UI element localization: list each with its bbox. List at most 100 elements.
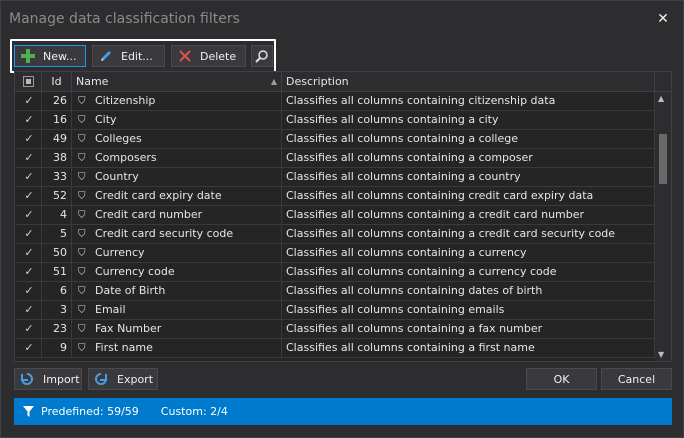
row-name-cell: ⛉ Fax Number: [72, 320, 282, 338]
row-name-cell: ⛉ Credit card expiry date: [72, 187, 282, 205]
check-icon[interactable]: ✓: [23, 190, 35, 202]
header-name[interactable]: Name ▲: [72, 72, 282, 92]
row-checkbox-cell[interactable]: ✓: [15, 92, 42, 110]
row-checkbox-cell[interactable]: ✓: [15, 130, 42, 148]
check-icon[interactable]: ✓: [23, 266, 35, 278]
ok-button[interactable]: OK: [526, 368, 597, 390]
filter-tag-icon: ⛉: [78, 191, 86, 202]
table-row[interactable]: ✓ 3 ⛉ Email Classifies all columns contai…: [15, 301, 655, 320]
export-button-label: Export: [117, 372, 154, 386]
predefined-count: Predefined: 59/59: [41, 405, 139, 418]
row-name-cell: ⛉ Date of Birth: [72, 282, 282, 300]
header-name-label: Name: [76, 75, 109, 88]
check-icon[interactable]: ✓: [23, 133, 35, 145]
close-button[interactable]: ✕: [653, 9, 673, 29]
search-button[interactable]: [251, 45, 273, 67]
row-name: Country: [95, 170, 139, 183]
scroll-up-icon[interactable]: ▲: [658, 94, 664, 103]
check-icon[interactable]: ✓: [23, 247, 35, 259]
check-icon[interactable]: ✓: [23, 342, 35, 354]
table-row[interactable]: ✓ 5 ⛉ Credit card security code Classifie…: [15, 225, 655, 244]
sort-ascending-icon: ▲: [270, 77, 277, 86]
table-row[interactable]: ✓ 23 ⛉ Fax Number Classifies all columns …: [15, 320, 655, 339]
edit-button-label: Edit...: [121, 49, 153, 63]
table-row[interactable]: ✓ 51 ⛉ Currency code Classifies all colum…: [15, 263, 655, 282]
row-name-cell: ⛉ Credit card number: [72, 206, 282, 224]
row-name: First name: [95, 341, 153, 354]
row-name-cell: ⛉ Citizenship: [72, 92, 282, 110]
table-row[interactable]: ✓ 6 ⛉ Date of Birth Classifies all column…: [15, 282, 655, 301]
row-checkbox-cell[interactable]: ✓: [15, 149, 42, 167]
row-id: 49: [42, 130, 72, 148]
scrollbar-thumb[interactable]: [659, 134, 667, 184]
row-id: 16: [42, 111, 72, 129]
row-checkbox-cell[interactable]: ✓: [15, 301, 42, 319]
row-name: Credit card number: [95, 208, 203, 221]
table-row[interactable]: ✓ 52 ⛉ Credit card expiry date Classifies…: [15, 187, 655, 206]
check-icon[interactable]: ✓: [23, 228, 35, 240]
delete-x-icon: [179, 50, 191, 62]
import-button[interactable]: Import: [14, 368, 82, 390]
row-checkbox-cell[interactable]: ✓: [15, 206, 42, 224]
check-icon[interactable]: ✓: [23, 95, 35, 107]
vertical-scrollbar[interactable]: ▲ ▼: [655, 92, 671, 361]
row-id: 51: [42, 263, 72, 281]
check-icon[interactable]: ✓: [23, 304, 35, 316]
table-row[interactable]: ✓ 4 ⛉ Credit card number Classifies all c…: [15, 206, 655, 225]
edit-button[interactable]: Edit...: [92, 45, 165, 67]
table-row[interactable]: ✓ 33 ⛉ Country Classifies all columns con…: [15, 168, 655, 187]
row-checkbox-cell[interactable]: ✓: [15, 187, 42, 205]
row-name-cell: ⛉ Credit card security code: [72, 225, 282, 243]
row-name: Colleges: [95, 132, 142, 145]
row-name-cell: ⛉ Colleges: [72, 130, 282, 148]
filter-tag-icon: ⛉: [78, 210, 86, 221]
check-icon[interactable]: ✓: [23, 152, 35, 164]
row-checkbox-cell[interactable]: ✓: [15, 111, 42, 129]
table-row[interactable]: ✓ 38 ⛉ Composers Classifies all columns c…: [15, 149, 655, 168]
export-button[interactable]: Export: [88, 368, 158, 390]
import-icon: [21, 373, 33, 385]
check-icon[interactable]: ✓: [23, 285, 35, 297]
row-id: 4: [42, 206, 72, 224]
row-description: Classifies all columns containing emails: [282, 301, 655, 319]
check-icon[interactable]: ✓: [23, 114, 35, 126]
delete-button[interactable]: Delete: [171, 45, 246, 67]
table-row[interactable]: ✓ 50 ⛉ Currency Classifies all columns co…: [15, 244, 655, 263]
row-description: Classifies all columns containing a cred…: [282, 206, 655, 224]
row-description: Classifies all columns containing a curr…: [282, 244, 655, 262]
row-checkbox-cell[interactable]: ✓: [15, 225, 42, 243]
table-row[interactable]: ✓ 26 ⛉ Citizenship Classifies all columns…: [15, 92, 655, 111]
row-description: Classifies all columns containing a comp…: [282, 149, 655, 167]
filter-tag-icon: ⛉: [78, 115, 86, 126]
header-select-all[interactable]: [15, 72, 42, 92]
row-id: 6: [42, 282, 72, 300]
table-row[interactable]: ✓ 9 ⛉ First name Classifies all columns c…: [15, 339, 655, 358]
new-button[interactable]: New...: [14, 45, 86, 67]
row-checkbox-cell[interactable]: ✓: [15, 263, 42, 281]
row-description: Classifies all columns containing credit…: [282, 187, 655, 205]
scroll-down-icon[interactable]: ▼: [658, 350, 664, 359]
row-checkbox-cell[interactable]: ✓: [15, 339, 42, 357]
row-name-cell: ⛉ City: [72, 111, 282, 129]
row-checkbox-cell[interactable]: ✓: [15, 168, 42, 186]
check-icon[interactable]: ✓: [23, 323, 35, 335]
header-id[interactable]: Id: [42, 72, 72, 92]
row-id: 9: [42, 339, 72, 357]
row-name: Composers: [95, 151, 157, 164]
select-all-checkbox[interactable]: [23, 76, 34, 87]
header-description[interactable]: Description: [282, 72, 655, 92]
table-row[interactable]: ✓ 16 ⛉ City Classifies all columns contai…: [15, 111, 655, 130]
row-id: 33: [42, 168, 72, 186]
check-icon[interactable]: ✓: [23, 209, 35, 221]
row-checkbox-cell[interactable]: ✓: [15, 320, 42, 338]
row-description: Classifies all columns containing citize…: [282, 92, 655, 110]
cancel-button[interactable]: Cancel: [601, 368, 672, 390]
table-row[interactable]: ✓ 49 ⛉ Colleges Classifies all columns co…: [15, 130, 655, 149]
row-checkbox-cell[interactable]: ✓: [15, 282, 42, 300]
filter-tag-icon: ⛉: [78, 324, 86, 335]
row-checkbox-cell[interactable]: ✓: [15, 244, 42, 262]
check-icon[interactable]: ✓: [23, 171, 35, 183]
row-name: Fax Number: [95, 322, 162, 335]
filter-tag-icon: ⛉: [78, 343, 86, 354]
pencil-icon: [101, 51, 111, 61]
